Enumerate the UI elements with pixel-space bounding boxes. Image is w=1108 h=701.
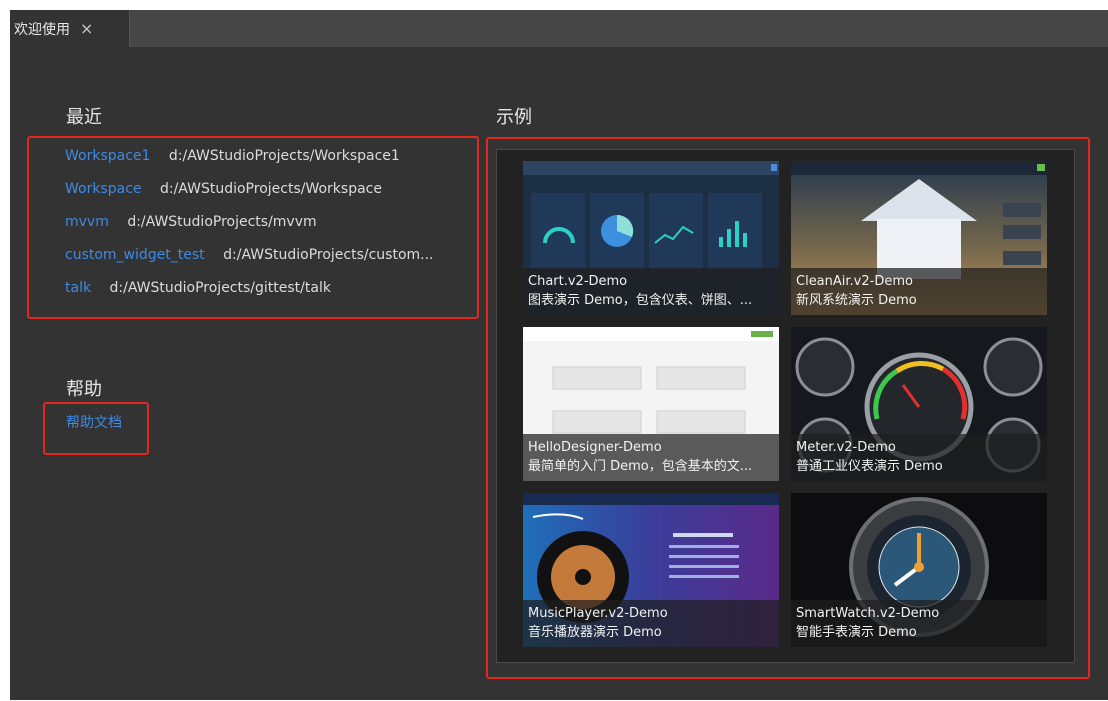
tab-label: 欢迎使用: [14, 21, 70, 38]
close-icon[interactable]: ×: [80, 20, 93, 37]
example-caption: SmartWatch.v2-Demo 智能手表演示 Demo: [791, 600, 1047, 647]
help-title: 帮助: [66, 379, 102, 400]
recent-list: Workspace1 d:/AWStudioProjects/Workspace…: [65, 145, 434, 310]
recent-project-path: d:/AWStudioProjects/gittest/talk: [109, 280, 331, 296]
list-item: talk d:/AWStudioProjects/gittest/talk: [65, 277, 434, 310]
examples-title: 示例: [496, 107, 532, 128]
example-title: Chart.v2-Demo: [528, 274, 628, 289]
example-desc: 智能手表演示 Demo: [796, 625, 917, 640]
recent-title: 最近: [66, 107, 102, 128]
recent-project-link[interactable]: custom_widget_test: [65, 247, 205, 263]
welcome-window: 欢迎使用 × 最近 Workspace1 d:/AWStudioProjects…: [10, 10, 1108, 700]
recent-project-path: d:/AWStudioProjects/custom...: [223, 247, 434, 263]
example-caption: MusicPlayer.v2-Demo 音乐播放器演示 Demo: [523, 600, 779, 647]
example-caption: CleanAir.v2-Demo 新风系统演示 Demo: [791, 268, 1047, 315]
list-item: mvvm d:/AWStudioProjects/mvvm: [65, 211, 434, 244]
recent-project-path: d:/AWStudioProjects/Workspace1: [168, 148, 400, 164]
example-title: CleanAir.v2-Demo: [796, 274, 913, 289]
example-caption: HelloDesigner-Demo 最简单的入门 Demo，包含基本的文...: [523, 434, 779, 481]
help-docs-link[interactable]: 帮助文档: [66, 412, 122, 432]
example-card-meter[interactable]: Meter.v2-Demo 普通工业仪表演示 Demo: [791, 327, 1047, 481]
example-caption: Chart.v2-Demo 图表演示 Demo，包含仪表、饼图、...: [523, 268, 779, 315]
example-desc: 新风系统演示 Demo: [796, 293, 917, 308]
recent-project-link[interactable]: Workspace: [65, 181, 142, 197]
tab-bar: 欢迎使用 ×: [10, 10, 1108, 47]
list-item: Workspace1 d:/AWStudioProjects/Workspace…: [65, 145, 434, 178]
tab-welcome[interactable]: 欢迎使用 ×: [10, 10, 130, 47]
example-card-hellodesigner[interactable]: HelloDesigner-Demo 最简单的入门 Demo，包含基本的文...: [523, 327, 779, 481]
example-title: Meter.v2-Demo: [796, 440, 896, 455]
example-desc: 普通工业仪表演示 Demo: [796, 459, 943, 474]
example-title: SmartWatch.v2-Demo: [796, 606, 940, 621]
example-desc: 音乐播放器演示 Demo: [528, 625, 662, 640]
example-desc: 图表演示 Demo，包含仪表、饼图、...: [528, 293, 753, 308]
example-card-chart[interactable]: Chart.v2-Demo 图表演示 Demo，包含仪表、饼图、...: [523, 161, 779, 315]
recent-project-path: d:/AWStudioProjects/Workspace: [159, 181, 382, 197]
example-desc: 最简单的入门 Demo，包含基本的文...: [528, 459, 753, 474]
recent-project-link[interactable]: talk: [65, 280, 91, 296]
examples-gallery: Chart.v2-Demo 图表演示 Demo，包含仪表、饼图、... Clea…: [496, 149, 1075, 663]
list-item: Workspace d:/AWStudioProjects/Workspace: [65, 178, 434, 211]
example-caption: Meter.v2-Demo 普通工业仪表演示 Demo: [791, 434, 1047, 481]
welcome-content: 最近 Workspace1 d:/AWStudioProjects/Worksp…: [10, 47, 1108, 700]
example-title: MusicPlayer.v2-Demo: [528, 606, 668, 621]
list-item: custom_widget_test d:/AWStudioProjects/c…: [65, 244, 434, 277]
recent-project-link[interactable]: mvvm: [65, 214, 109, 230]
example-card-smartwatch[interactable]: SmartWatch.v2-Demo 智能手表演示 Demo: [791, 493, 1047, 647]
recent-project-path: d:/AWStudioProjects/mvvm: [127, 214, 317, 230]
example-card-musicplayer[interactable]: MusicPlayer.v2-Demo 音乐播放器演示 Demo: [523, 493, 779, 647]
recent-project-link[interactable]: Workspace1: [65, 148, 150, 164]
example-card-cleanair[interactable]: CleanAir.v2-Demo 新风系统演示 Demo: [791, 161, 1047, 315]
example-title: HelloDesigner-Demo: [528, 440, 662, 455]
